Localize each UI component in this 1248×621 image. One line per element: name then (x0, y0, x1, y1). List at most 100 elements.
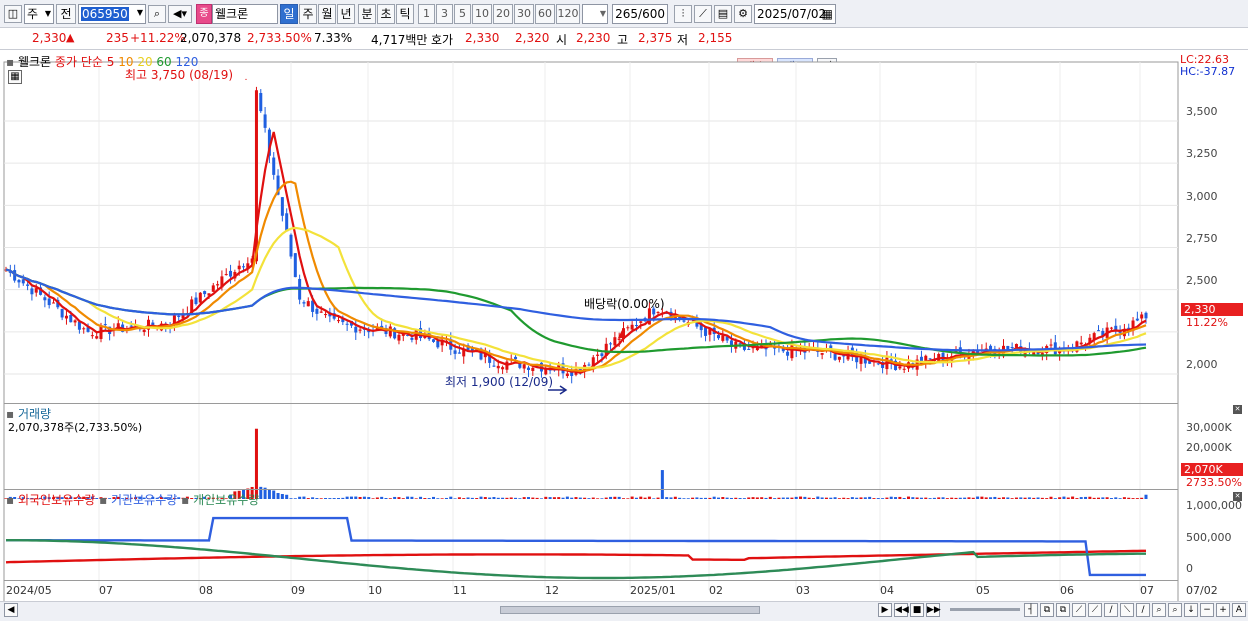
x-tick: 04 (880, 584, 894, 597)
period-minute[interactable]: 분 (358, 4, 376, 24)
high-annotation: 최고 3,750 (08/19) (125, 68, 234, 82)
period-tick[interactable]: 틱 (396, 4, 414, 24)
volume-bar (531, 497, 535, 499)
volume-bar (1075, 498, 1079, 499)
arrow-down-icon[interactable]: ↓ (1184, 603, 1198, 617)
volume-bar (764, 497, 768, 499)
font-size-icon[interactable]: A (1232, 603, 1246, 617)
prev-button[interactable]: 전 (56, 4, 76, 24)
hc-value: HC:-37.87 (1180, 65, 1236, 78)
stop-icon[interactable]: ■ (910, 603, 924, 617)
zoom-out-icon[interactable]: ⌕ (1168, 603, 1182, 617)
minus-icon[interactable]: − (1200, 603, 1214, 617)
scroll-left-icon[interactable]: ◀ (4, 603, 18, 617)
volume-bar (1006, 497, 1010, 499)
zoom-icon[interactable]: ⌕ (1152, 603, 1166, 617)
y-tick: 2,500 (1186, 274, 1218, 287)
crosshair-icon[interactable]: ┤ (1024, 603, 1038, 617)
search-icon[interactable]: ⌕ (148, 5, 166, 23)
candle (453, 350, 457, 354)
draw-tool-icon[interactable]: ⟋ (1088, 603, 1102, 617)
copy-icon[interactable]: ⧉ (1056, 603, 1070, 617)
calendar-icon[interactable]: ▦ (822, 5, 833, 23)
market-select[interactable]: 주 ▼ (24, 4, 54, 24)
period-year[interactable]: 년 (337, 4, 355, 24)
volume-y-tick: 20,000K (1186, 441, 1232, 454)
line-tool-icon[interactable]: ⟍ (1120, 603, 1134, 617)
draw-tool-icon[interactable]: ⟋ (1072, 603, 1086, 617)
fast-forward-icon[interactable]: ▶▶ (926, 603, 941, 617)
interval-3[interactable]: 3 (436, 4, 453, 24)
volume-bar (777, 497, 781, 499)
volume-bar (768, 496, 772, 499)
volume-bar (1010, 498, 1014, 499)
volume-bar (302, 496, 306, 499)
count-input[interactable]: 265/600 (612, 4, 668, 24)
volume-bar (967, 497, 971, 499)
candle (224, 274, 228, 276)
interval-custom-input[interactable]: ▼ (582, 4, 608, 24)
period-day[interactable]: 일 (280, 4, 298, 24)
table-view-icon[interactable]: ▦ (8, 70, 22, 84)
date-input[interactable]: 2025/07/02 ▦ (754, 4, 836, 24)
save-icon[interactable]: ▤ (714, 5, 732, 23)
candle (69, 315, 73, 323)
volume-bar (643, 497, 647, 499)
interval-10[interactable]: 10 (472, 4, 492, 24)
current-volume-ratio: 2733.50% (1186, 476, 1242, 489)
volume-bar (397, 497, 401, 499)
scroll-thumb[interactable] (500, 606, 760, 614)
period-second[interactable]: 초 (377, 4, 395, 24)
period-month[interactable]: 월 (318, 4, 336, 24)
open-price: 2,230 (576, 31, 611, 45)
high-price: 2,375 (638, 31, 673, 45)
interval-60[interactable]: 60 (535, 4, 555, 24)
volume-bar (1019, 497, 1023, 499)
volume-bar (535, 497, 539, 499)
settings-icon[interactable]: ⚙ (734, 5, 752, 23)
rewind-icon[interactable]: ◀◀ (894, 603, 909, 617)
stock-name-field[interactable]: 웰크론 (212, 4, 278, 24)
panel-close-icon[interactable]: ✕ (1233, 405, 1242, 414)
volume-bar (773, 498, 777, 499)
volume-bar (276, 493, 280, 499)
candle (656, 311, 660, 313)
interval-30[interactable]: 30 (514, 4, 534, 24)
candle (324, 314, 328, 316)
current-price: 2,330 (32, 31, 67, 45)
volume-bar (315, 498, 319, 499)
volume-bar (1144, 494, 1148, 499)
volume-bar (1140, 497, 1144, 499)
line-tool-icon[interactable]: ∕ (1136, 603, 1150, 617)
layout-icon[interactable]: ◫ (4, 5, 22, 23)
candle (587, 364, 591, 366)
interval-120[interactable]: 120 (556, 4, 580, 24)
volume-bar (557, 497, 561, 499)
zoom-slider[interactable] (950, 608, 1020, 611)
speaker-icon[interactable]: ◀▾ (168, 5, 192, 23)
volume-bar (760, 497, 764, 499)
interval-5[interactable]: 5 (454, 4, 471, 24)
candle (634, 325, 638, 327)
candle (280, 197, 284, 216)
period-week[interactable]: 주 (299, 4, 317, 24)
volume-bar (695, 497, 699, 499)
line-tool-icon[interactable]: ∕ (1104, 603, 1118, 617)
volume-bar (755, 497, 759, 499)
volume-bar (380, 496, 384, 499)
volume-bar (1131, 498, 1135, 499)
interval-20[interactable]: 20 (493, 4, 513, 24)
chevron-down-icon[interactable]: ▼ (134, 5, 146, 23)
candle (565, 373, 569, 377)
volume-bar (336, 498, 341, 499)
plus-icon[interactable]: + (1216, 603, 1230, 617)
volume-bar (846, 498, 850, 499)
interval-1[interactable]: 1 (418, 4, 435, 24)
candle-type-icon[interactable]: ⫶ (674, 5, 692, 23)
layout-icon[interactable]: ⧉ (1040, 603, 1054, 617)
candle (898, 366, 902, 369)
scroll-right-icon[interactable]: ▶ (878, 603, 892, 617)
draw-tool-icon[interactable]: ⟋ (694, 5, 712, 23)
candle (103, 324, 107, 326)
volume-bar (634, 497, 638, 499)
